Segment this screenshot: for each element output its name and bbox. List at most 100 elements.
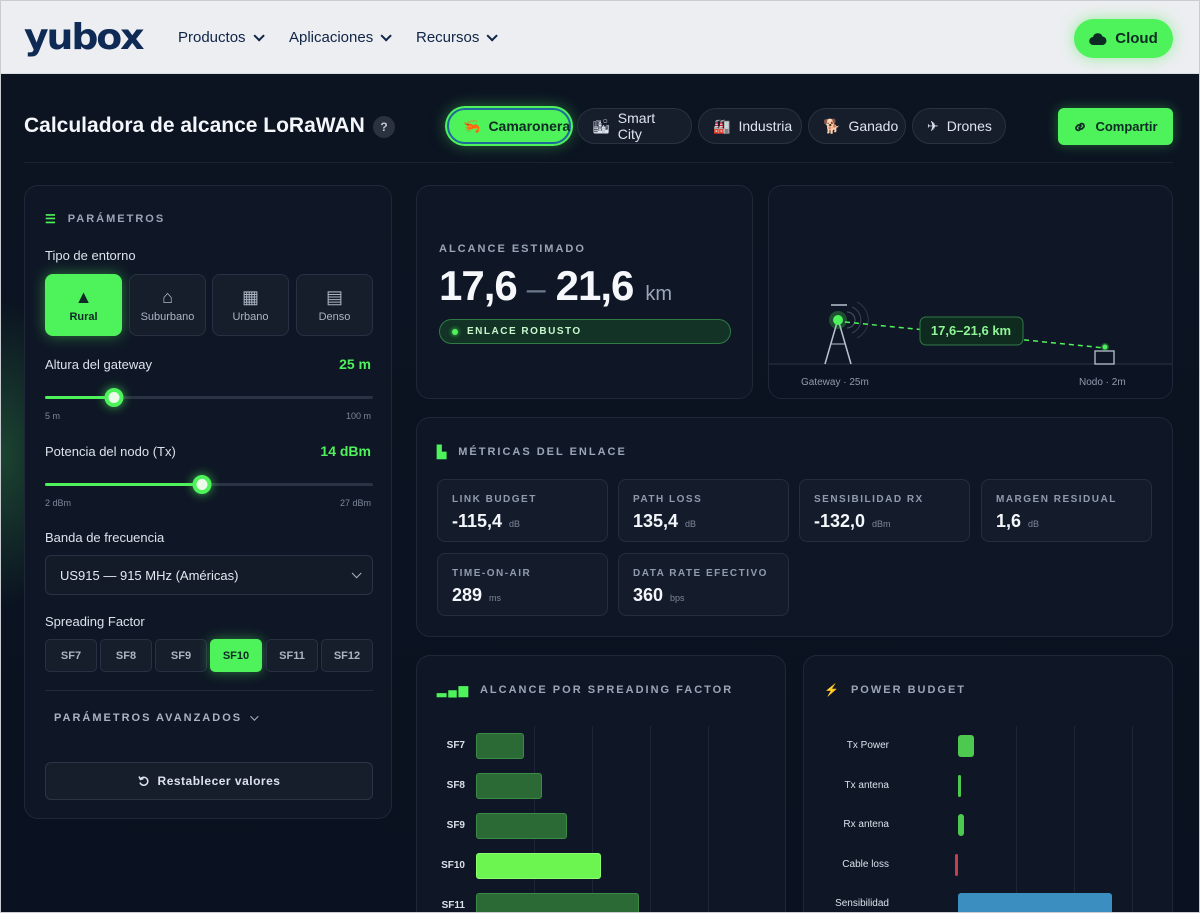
gridline: [650, 726, 651, 913]
slider-thumb[interactable]: [192, 475, 212, 494]
bar-label-sf11: SF11: [441, 900, 465, 911]
metrics-title-text: MÉTRICAS DEL ENLACE: [458, 446, 627, 458]
metric-unit: dB: [509, 519, 521, 529]
metric-number: 135,4: [633, 511, 679, 531]
gateway-height-slider[interactable]: [45, 388, 373, 407]
bar-sf8[interactable]: [476, 773, 543, 799]
link-distance-label: 17,6–21,6 km: [931, 323, 1011, 338]
preset-label: Camaronera: [488, 118, 571, 134]
env-option-label: Rural: [69, 310, 98, 323]
range-label: ALCANCE ESTIMADO: [439, 243, 586, 255]
metric-margen-residual: MARGEN RESIDUAL 1,6 dB: [981, 479, 1152, 542]
bar-label-sf8: SF8: [446, 780, 465, 791]
tx-min-label: 2 dBm: [45, 498, 72, 508]
bar-sf11[interactable]: [476, 893, 639, 913]
gridline: [1132, 726, 1133, 913]
env-suburbano-button[interactable]: ⌂ Suburbano: [129, 274, 206, 336]
bar-sf9[interactable]: [476, 813, 568, 839]
cloud-button[interactable]: Cloud: [1074, 19, 1173, 58]
gateway-caption: Gateway · 25m: [801, 377, 869, 388]
preset-camaronera[interactable]: 🦐 Camaronera: [447, 108, 571, 144]
power-budget-label: Tx Power: [846, 740, 889, 751]
power-budget-label: Sensibilidad: [835, 898, 889, 909]
chevron-down-icon: [486, 29, 499, 42]
sf-label: Spreading Factor: [45, 614, 145, 629]
nav-productos[interactable]: Productos: [178, 29, 265, 46]
gridline: [1074, 726, 1075, 913]
power-budget-bar[interactable]: [958, 735, 975, 757]
share-button[interactable]: Compartir: [1058, 108, 1173, 145]
gridline: [708, 726, 709, 913]
plane-icon: ✈: [927, 117, 939, 134]
parameters-panel: ☰ PARÁMETROS Tipo de entorno ▲ Rural ⌂ S…: [24, 185, 392, 819]
power-budget-bar[interactable]: [958, 814, 964, 836]
gateway-max-label: 100 m: [345, 411, 371, 421]
slider-thumb[interactable]: [104, 388, 124, 407]
preset-smart-city[interactable]: 🏙 Smart City: [577, 108, 692, 144]
help-icon[interactable]: ?: [373, 116, 395, 138]
preset-label: Drones: [946, 118, 992, 134]
advanced-params-toggle[interactable]: PARÁMETROS AVANZADOS: [54, 712, 259, 724]
preset-label: Smart City: [617, 110, 656, 142]
metric-number: 1,6: [996, 511, 1022, 531]
brand-logo[interactable]: yubox: [24, 20, 145, 56]
band-select[interactable]: US915 — 915 MHz (Américas): [45, 555, 373, 595]
chevron-down-icon: [250, 712, 259, 721]
sf8-button[interactable]: SF8: [100, 639, 152, 672]
nav-aplicaciones[interactable]: Aplicaciones: [289, 29, 392, 46]
metric-name: DATA RATE EFECTIVO: [633, 568, 768, 579]
power-budget-bar[interactable]: [958, 893, 1112, 913]
metric-unit: bps: [670, 593, 685, 603]
metric-name: PATH LOSS: [633, 494, 703, 505]
env-denso-button[interactable]: ▤ Denso: [296, 274, 373, 336]
metric-unit: dBm: [872, 519, 891, 529]
range-min: 17,6: [439, 262, 518, 309]
env-rural-button[interactable]: ▲ Rural: [45, 274, 122, 336]
metric-link-budget: LINK BUDGET -115,4 dB: [437, 479, 608, 542]
power-budget-title-text: POWER BUDGET: [850, 684, 967, 696]
power-budget-bar[interactable]: [958, 774, 961, 797]
env-type-label: Tipo de entorno: [45, 248, 136, 263]
status-dot: [452, 328, 458, 335]
sf9-button[interactable]: SF9: [155, 639, 207, 672]
metric-value: -132,0 dBm: [814, 511, 891, 532]
nav-recursos-label: Recursos: [416, 29, 480, 46]
env-urbano-button[interactable]: ▦ Urbano: [212, 274, 289, 336]
metric-number: -132,0: [814, 511, 866, 531]
parameters-title-text: PARÁMETROS: [67, 213, 166, 225]
range-dash: –: [526, 270, 546, 308]
bar-sf7[interactable]: [476, 733, 524, 759]
power-budget-label: Cable loss: [842, 858, 889, 870]
preset-ganado[interactable]: 🐕 Ganado: [808, 108, 906, 144]
metric-value: 1,6 dB: [996, 511, 1039, 532]
status-badge: ENLACE ROBUSTO: [439, 319, 731, 344]
sf11-button[interactable]: SF11: [266, 639, 318, 672]
tx-power-slider[interactable]: [45, 475, 373, 494]
sf7-button[interactable]: SF7: [45, 639, 97, 672]
sf-chart-title-text: ALCANCE POR SPREADING FACTOR: [479, 684, 734, 696]
sf12-button[interactable]: SF12: [321, 639, 373, 672]
reset-button-label: Restablecer valores: [157, 774, 281, 788]
band-label: Banda de frecuencia: [45, 530, 165, 545]
bar-sf10[interactable]: [476, 853, 601, 879]
power-budget-bar[interactable]: [955, 853, 958, 876]
reset-button[interactable]: Restablecer valores: [45, 762, 373, 800]
bar-label-sf9: SF9: [446, 820, 465, 831]
nav-aplicaciones-label: Aplicaciones: [289, 29, 374, 46]
nav-recursos[interactable]: Recursos: [416, 29, 499, 46]
page-title: Calculadora de alcance LoRaWAN: [24, 114, 365, 137]
preset-industria[interactable]: 🏭 Industria: [698, 108, 802, 144]
sliders-icon: ☰: [45, 212, 58, 226]
sf10-button[interactable]: SF10: [210, 639, 262, 672]
preset-drones[interactable]: ✈ Drones: [912, 108, 1006, 144]
tx-power-label: Potencia del nodo (Tx): [45, 444, 176, 459]
building-icon: 🏙: [592, 117, 610, 134]
power-budget-title: ⚡ POWER BUDGET: [824, 683, 966, 697]
lightning-icon: ⚡: [824, 683, 841, 697]
link-diagram-card: 17,6–21,6 km Gateway · 25m Nodo · 2m: [768, 185, 1173, 399]
house-icon: ⌂: [162, 286, 173, 307]
metric-number: 360: [633, 585, 664, 605]
metrics-title: ▙ MÉTRICAS DEL ENLACE: [437, 445, 627, 459]
gateway-height-label: Altura del gateway: [45, 357, 152, 372]
chevron-down-icon: [351, 567, 362, 578]
